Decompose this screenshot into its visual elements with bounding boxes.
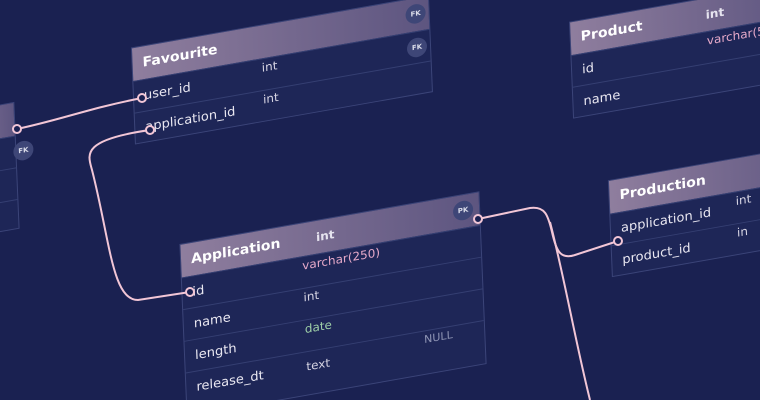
link-application-production[interactable] — [477, 206, 619, 258]
er-diagram-canvas: FK Favourite FK user_id int FK applicati… — [0, 0, 760, 400]
link-endpoint[interactable] — [473, 214, 483, 224]
link-endpoint[interactable] — [137, 93, 147, 103]
link-user-id[interactable] — [16, 97, 143, 130]
link-endpoint[interactable] — [613, 236, 623, 246]
link-endpoint[interactable] — [12, 124, 22, 134]
relationship-links — [12, 93, 623, 400]
link-endpoint[interactable] — [185, 287, 195, 297]
link-endpoint[interactable] — [145, 125, 155, 135]
link-application-id[interactable] — [88, 129, 191, 302]
link-down[interactable] — [549, 221, 591, 400]
